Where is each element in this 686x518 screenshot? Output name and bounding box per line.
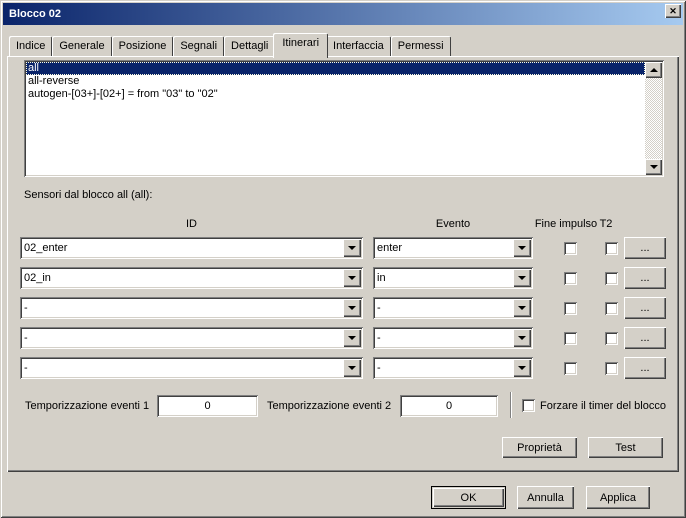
dialog-window: Blocco 02 ✕ Indice Generale Posizione Se… (0, 0, 686, 518)
t2-checkbox-5[interactable] (605, 362, 618, 375)
tab-permessi[interactable]: Permessi (391, 36, 451, 56)
scroll-down-icon (650, 165, 658, 169)
sensor-event-combo-1[interactable]: enter (373, 237, 533, 259)
column-header-evento: Evento (373, 218, 533, 231)
chevron-down-icon[interactable] (343, 299, 361, 317)
chevron-down-icon[interactable] (513, 269, 531, 287)
tab-generale[interactable]: Generale (52, 36, 111, 56)
column-header-t2: T2 (596, 218, 616, 231)
tab-dettagli[interactable]: Dettagli (224, 36, 275, 56)
force-timer-label: Forzare il timer del blocco (540, 400, 666, 413)
routes-list-items: all all-reverse autogen-[03+]-[02+] = fr… (26, 62, 645, 175)
test-button[interactable]: Test (588, 437, 663, 458)
sensor-id-combo-3[interactable]: - (20, 297, 363, 319)
chevron-down-icon[interactable] (343, 239, 361, 257)
list-item[interactable]: autogen-[03+]-[02+] = from "03" to "02" (26, 88, 645, 101)
sensor-id-combo-5[interactable]: - (20, 357, 363, 379)
sensor-event-combo-4[interactable]: - (373, 327, 533, 349)
fine-impulso-checkbox-1[interactable] (564, 242, 577, 255)
properties-button[interactable]: Proprietà (502, 437, 577, 458)
timer2-label: Temporizzazione eventi 2 (267, 400, 391, 413)
sensor-id-combo-1[interactable]: 02_enter (20, 237, 363, 259)
more-button-3[interactable]: ... (624, 297, 666, 319)
tab-indice[interactable]: Indice (9, 36, 52, 56)
more-button-5[interactable]: ... (624, 357, 666, 379)
sensors-section-label: Sensori dal blocco all (all): (24, 189, 152, 202)
chevron-down-icon[interactable] (513, 239, 531, 257)
timer1-input[interactable] (157, 395, 258, 417)
timer2-input[interactable] (400, 395, 498, 417)
sensor-event-combo-5[interactable]: - (373, 357, 533, 379)
tab-posizione[interactable]: Posizione (112, 36, 174, 56)
more-button-1[interactable]: ... (624, 237, 666, 259)
list-item[interactable]: all-reverse (26, 75, 645, 88)
t2-checkbox-3[interactable] (605, 302, 618, 315)
fine-impulso-checkbox-2[interactable] (564, 272, 577, 285)
listbox-scrollbar[interactable] (645, 62, 662, 175)
tab-itinerari[interactable]: Itinerari (273, 33, 328, 58)
routes-listbox[interactable]: all all-reverse autogen-[03+]-[02+] = fr… (24, 60, 664, 177)
t2-checkbox-1[interactable] (605, 242, 618, 255)
more-icon: ... (640, 362, 649, 374)
chevron-down-icon[interactable] (343, 329, 361, 347)
more-button-2[interactable]: ... (624, 267, 666, 289)
scroll-up-button[interactable] (645, 62, 662, 78)
chevron-down-icon[interactable] (513, 359, 531, 377)
chevron-down-icon[interactable] (343, 359, 361, 377)
fine-impulso-checkbox-3[interactable] (564, 302, 577, 315)
chevron-down-icon[interactable] (513, 299, 531, 317)
scroll-down-button[interactable] (645, 159, 662, 175)
chevron-down-icon[interactable] (513, 329, 531, 347)
t2-checkbox-4[interactable] (605, 332, 618, 345)
sensor-id-combo-4[interactable]: - (20, 327, 363, 349)
more-icon: ... (640, 332, 649, 344)
tab-interfaccia[interactable]: Interfaccia (326, 36, 391, 56)
timer1-label: Temporizzazione eventi 1 (25, 400, 149, 413)
column-header-id: ID (20, 218, 363, 231)
sensor-event-combo-3[interactable]: - (373, 297, 533, 319)
column-header-fine-impulso: Fine impulso (533, 218, 599, 231)
force-timer-checkbox[interactable] (522, 399, 535, 412)
sensor-event-combo-2[interactable]: in (373, 267, 533, 289)
tab-segnali[interactable]: Segnali (173, 36, 224, 56)
chevron-down-icon[interactable] (343, 269, 361, 287)
more-icon: ... (640, 242, 649, 254)
fine-impulso-checkbox-4[interactable] (564, 332, 577, 345)
list-item[interactable]: all (26, 62, 645, 75)
tab-bar: Indice Generale Posizione Segnali Dettag… (9, 36, 451, 56)
vertical-divider (510, 392, 511, 418)
scroll-up-icon (650, 68, 658, 72)
fine-impulso-checkbox-5[interactable] (564, 362, 577, 375)
more-button-4[interactable]: ... (624, 327, 666, 349)
t2-checkbox-2[interactable] (605, 272, 618, 285)
more-icon: ... (640, 272, 649, 284)
sensor-id-combo-2[interactable]: 02_in (20, 267, 363, 289)
more-icon: ... (640, 302, 649, 314)
